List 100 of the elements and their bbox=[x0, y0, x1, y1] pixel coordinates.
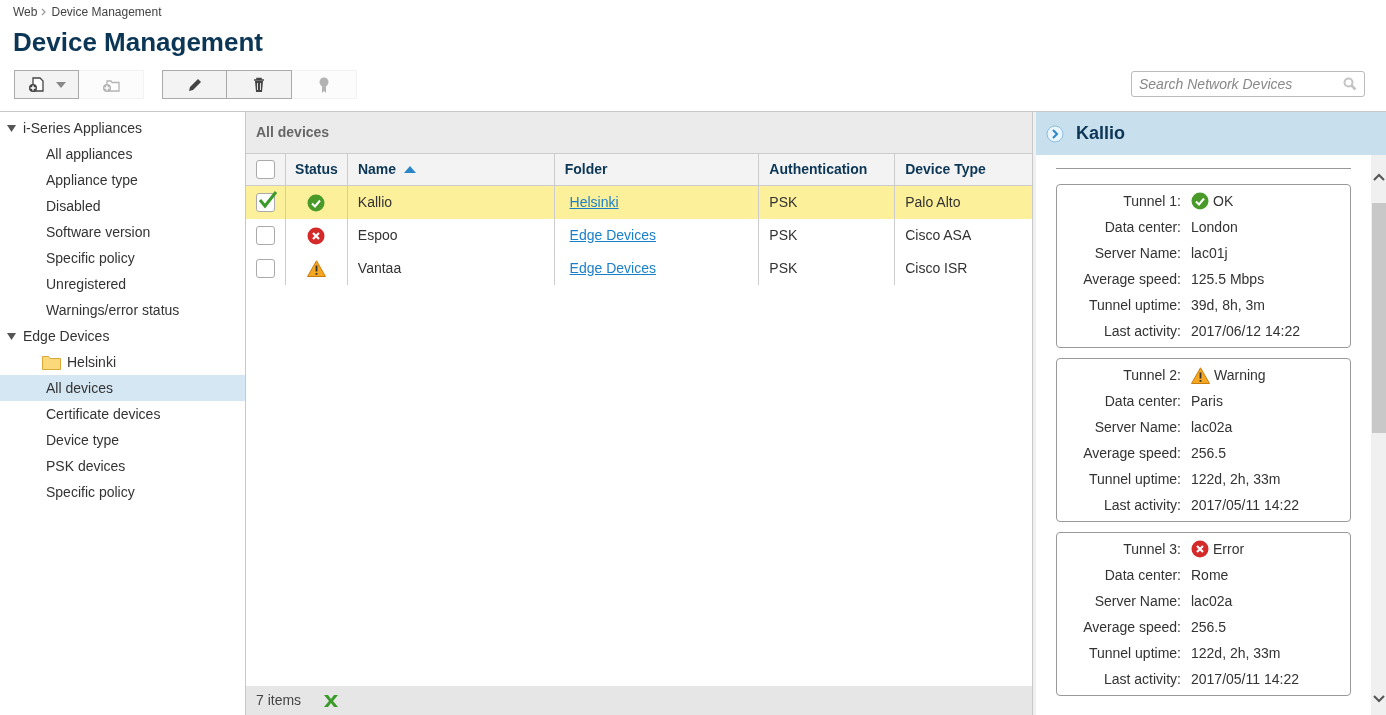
breadcrumb-link[interactable]: Web bbox=[13, 3, 38, 21]
spreadsheet-export-icon[interactable] bbox=[323, 693, 340, 708]
error-status-icon bbox=[1191, 540, 1209, 558]
tree-item[interactable]: All devices bbox=[0, 375, 245, 401]
field-value: 256.5 bbox=[1191, 443, 1227, 463]
field-value: lac02a bbox=[1191, 417, 1233, 437]
tree-item[interactable]: Device type bbox=[0, 427, 245, 453]
field-label: Tunnel uptime: bbox=[1087, 295, 1181, 315]
field-value: 122d, 2h, 33m bbox=[1191, 643, 1281, 663]
field-label: Server Name: bbox=[1093, 417, 1181, 437]
caret-icon bbox=[55, 81, 66, 88]
field-value: lac02a bbox=[1191, 591, 1233, 611]
collapse-panel-icon[interactable] bbox=[1046, 124, 1064, 143]
field-label: Average speed: bbox=[1082, 443, 1181, 463]
field-label: Tunnel 1: bbox=[1122, 191, 1181, 211]
field-value: Warning bbox=[1214, 365, 1266, 385]
table-cell-text: PSK bbox=[769, 193, 798, 212]
field-value: lac01j bbox=[1191, 243, 1228, 263]
tree-item[interactable]: Edge Devices bbox=[0, 323, 245, 349]
row-checkbox[interactable] bbox=[255, 226, 275, 245]
field-value: Paris bbox=[1191, 391, 1223, 411]
folder-icon bbox=[42, 354, 61, 370]
field-label: Last activity: bbox=[1102, 495, 1181, 515]
column-title[interactable]: Device Type bbox=[905, 159, 986, 180]
field-value: Rome bbox=[1191, 565, 1229, 585]
warning-status-icon bbox=[1191, 366, 1210, 384]
field-value: 122d, 2h, 33m bbox=[1191, 469, 1281, 489]
field-label: Data center: bbox=[1103, 217, 1181, 237]
field-value: 2017/05/11 14:22 bbox=[1191, 495, 1299, 515]
field-value: London bbox=[1191, 217, 1238, 237]
scroll-down-icon[interactable] bbox=[1372, 695, 1385, 703]
tree-item[interactable]: Software version bbox=[0, 219, 245, 245]
field-value: 2017/05/11 14:22 bbox=[1191, 669, 1299, 689]
field-label: Last activity: bbox=[1102, 669, 1181, 689]
column-title[interactable]: Status bbox=[295, 159, 338, 180]
column-title[interactable]: Authentication bbox=[769, 159, 868, 180]
tree-item[interactable]: PSK devices bbox=[0, 453, 245, 479]
expanded-icon[interactable] bbox=[7, 332, 16, 340]
ok-status-icon bbox=[307, 193, 326, 212]
tree-item[interactable]: i-Series Appliances bbox=[0, 115, 245, 141]
field-value: Error bbox=[1213, 539, 1245, 559]
field-label: Server Name: bbox=[1093, 243, 1181, 263]
column-title[interactable]: Folder bbox=[564, 159, 608, 180]
warning-status-icon bbox=[306, 260, 326, 277]
row-checkbox[interactable] bbox=[255, 193, 275, 212]
table-row[interactable]: Kallio Helsinki PSK Palo Alto bbox=[246, 186, 1032, 219]
tree-item[interactable]: All appliances bbox=[0, 141, 245, 167]
breadcrumb-current[interactable]: Device Management bbox=[51, 3, 162, 21]
scroll-up-icon[interactable] bbox=[1372, 173, 1385, 181]
tree-item[interactable]: Helsinki bbox=[0, 349, 245, 375]
table-cell-text: Palo Alto bbox=[905, 193, 961, 212]
tree-item[interactable]: Disabled bbox=[0, 193, 245, 219]
tree-item[interactable]: Specific policy bbox=[0, 479, 245, 505]
delete-button[interactable] bbox=[227, 70, 292, 99]
tree-item[interactable]: Unregistered bbox=[0, 271, 245, 297]
field-label: Average speed: bbox=[1082, 617, 1181, 637]
table-title: All devices bbox=[246, 112, 1032, 153]
tree-item[interactable]: Certificate devices bbox=[0, 401, 245, 427]
row-checkbox[interactable] bbox=[255, 160, 275, 179]
table-cell-text: Cisco ASA bbox=[905, 226, 972, 245]
expanded-icon[interactable] bbox=[7, 124, 16, 132]
add-document-button[interactable] bbox=[14, 70, 79, 99]
field-label: Tunnel uptime: bbox=[1087, 643, 1181, 663]
field-value: 125.5 Mbps bbox=[1191, 269, 1265, 289]
tree-item[interactable]: Appliance type bbox=[0, 167, 245, 193]
page-title: Device Management bbox=[13, 26, 264, 58]
table-cell-text: PSK bbox=[769, 226, 798, 245]
field-label: Average speed: bbox=[1082, 269, 1181, 289]
field-label: Data center: bbox=[1103, 565, 1181, 585]
error-status-icon bbox=[307, 226, 326, 245]
field-value: 39d, 8h, 3m bbox=[1191, 295, 1265, 315]
item-count: 7 items bbox=[256, 691, 302, 710]
table-cell-text: Kallio bbox=[357, 193, 393, 212]
field-label: Data center: bbox=[1103, 391, 1181, 411]
field-label: Tunnel 3: bbox=[1122, 539, 1181, 559]
field-label: Last activity: bbox=[1102, 321, 1181, 341]
tree-item[interactable]: Warnings/error status bbox=[0, 297, 245, 323]
table-cell-text: PSK bbox=[769, 259, 798, 278]
search-field[interactable]: Search Network Devices bbox=[1131, 70, 1365, 97]
table-cell-text: Espoo bbox=[357, 226, 398, 245]
scrollbar[interactable] bbox=[1371, 155, 1386, 715]
field-value: 2017/06/12 14:22 bbox=[1191, 321, 1300, 341]
search-icon bbox=[1343, 76, 1357, 91]
field-label: Tunnel uptime: bbox=[1087, 469, 1181, 489]
edit-button[interactable] bbox=[162, 70, 227, 99]
chevron-icon bbox=[41, 8, 48, 16]
table-cell-text: Vantaa bbox=[357, 259, 402, 278]
folder-link[interactable]: Helsinki bbox=[569, 192, 619, 213]
tree-item[interactable]: Specific policy bbox=[0, 245, 245, 271]
field-label: Server Name: bbox=[1093, 591, 1181, 611]
field-label: Tunnel 2: bbox=[1122, 365, 1181, 385]
folder-link[interactable]: Edge Devices bbox=[569, 258, 656, 279]
document-add-icon bbox=[27, 75, 46, 94]
device-name: Kallio bbox=[1076, 122, 1125, 145]
field-value: OK bbox=[1213, 191, 1234, 211]
ok-status-icon bbox=[1191, 192, 1209, 210]
column-title[interactable]: Name bbox=[357, 159, 397, 180]
field-value: 256.5 bbox=[1191, 617, 1227, 637]
folder-link[interactable]: Edge Devices bbox=[569, 225, 656, 246]
row-checkbox[interactable] bbox=[255, 259, 275, 278]
